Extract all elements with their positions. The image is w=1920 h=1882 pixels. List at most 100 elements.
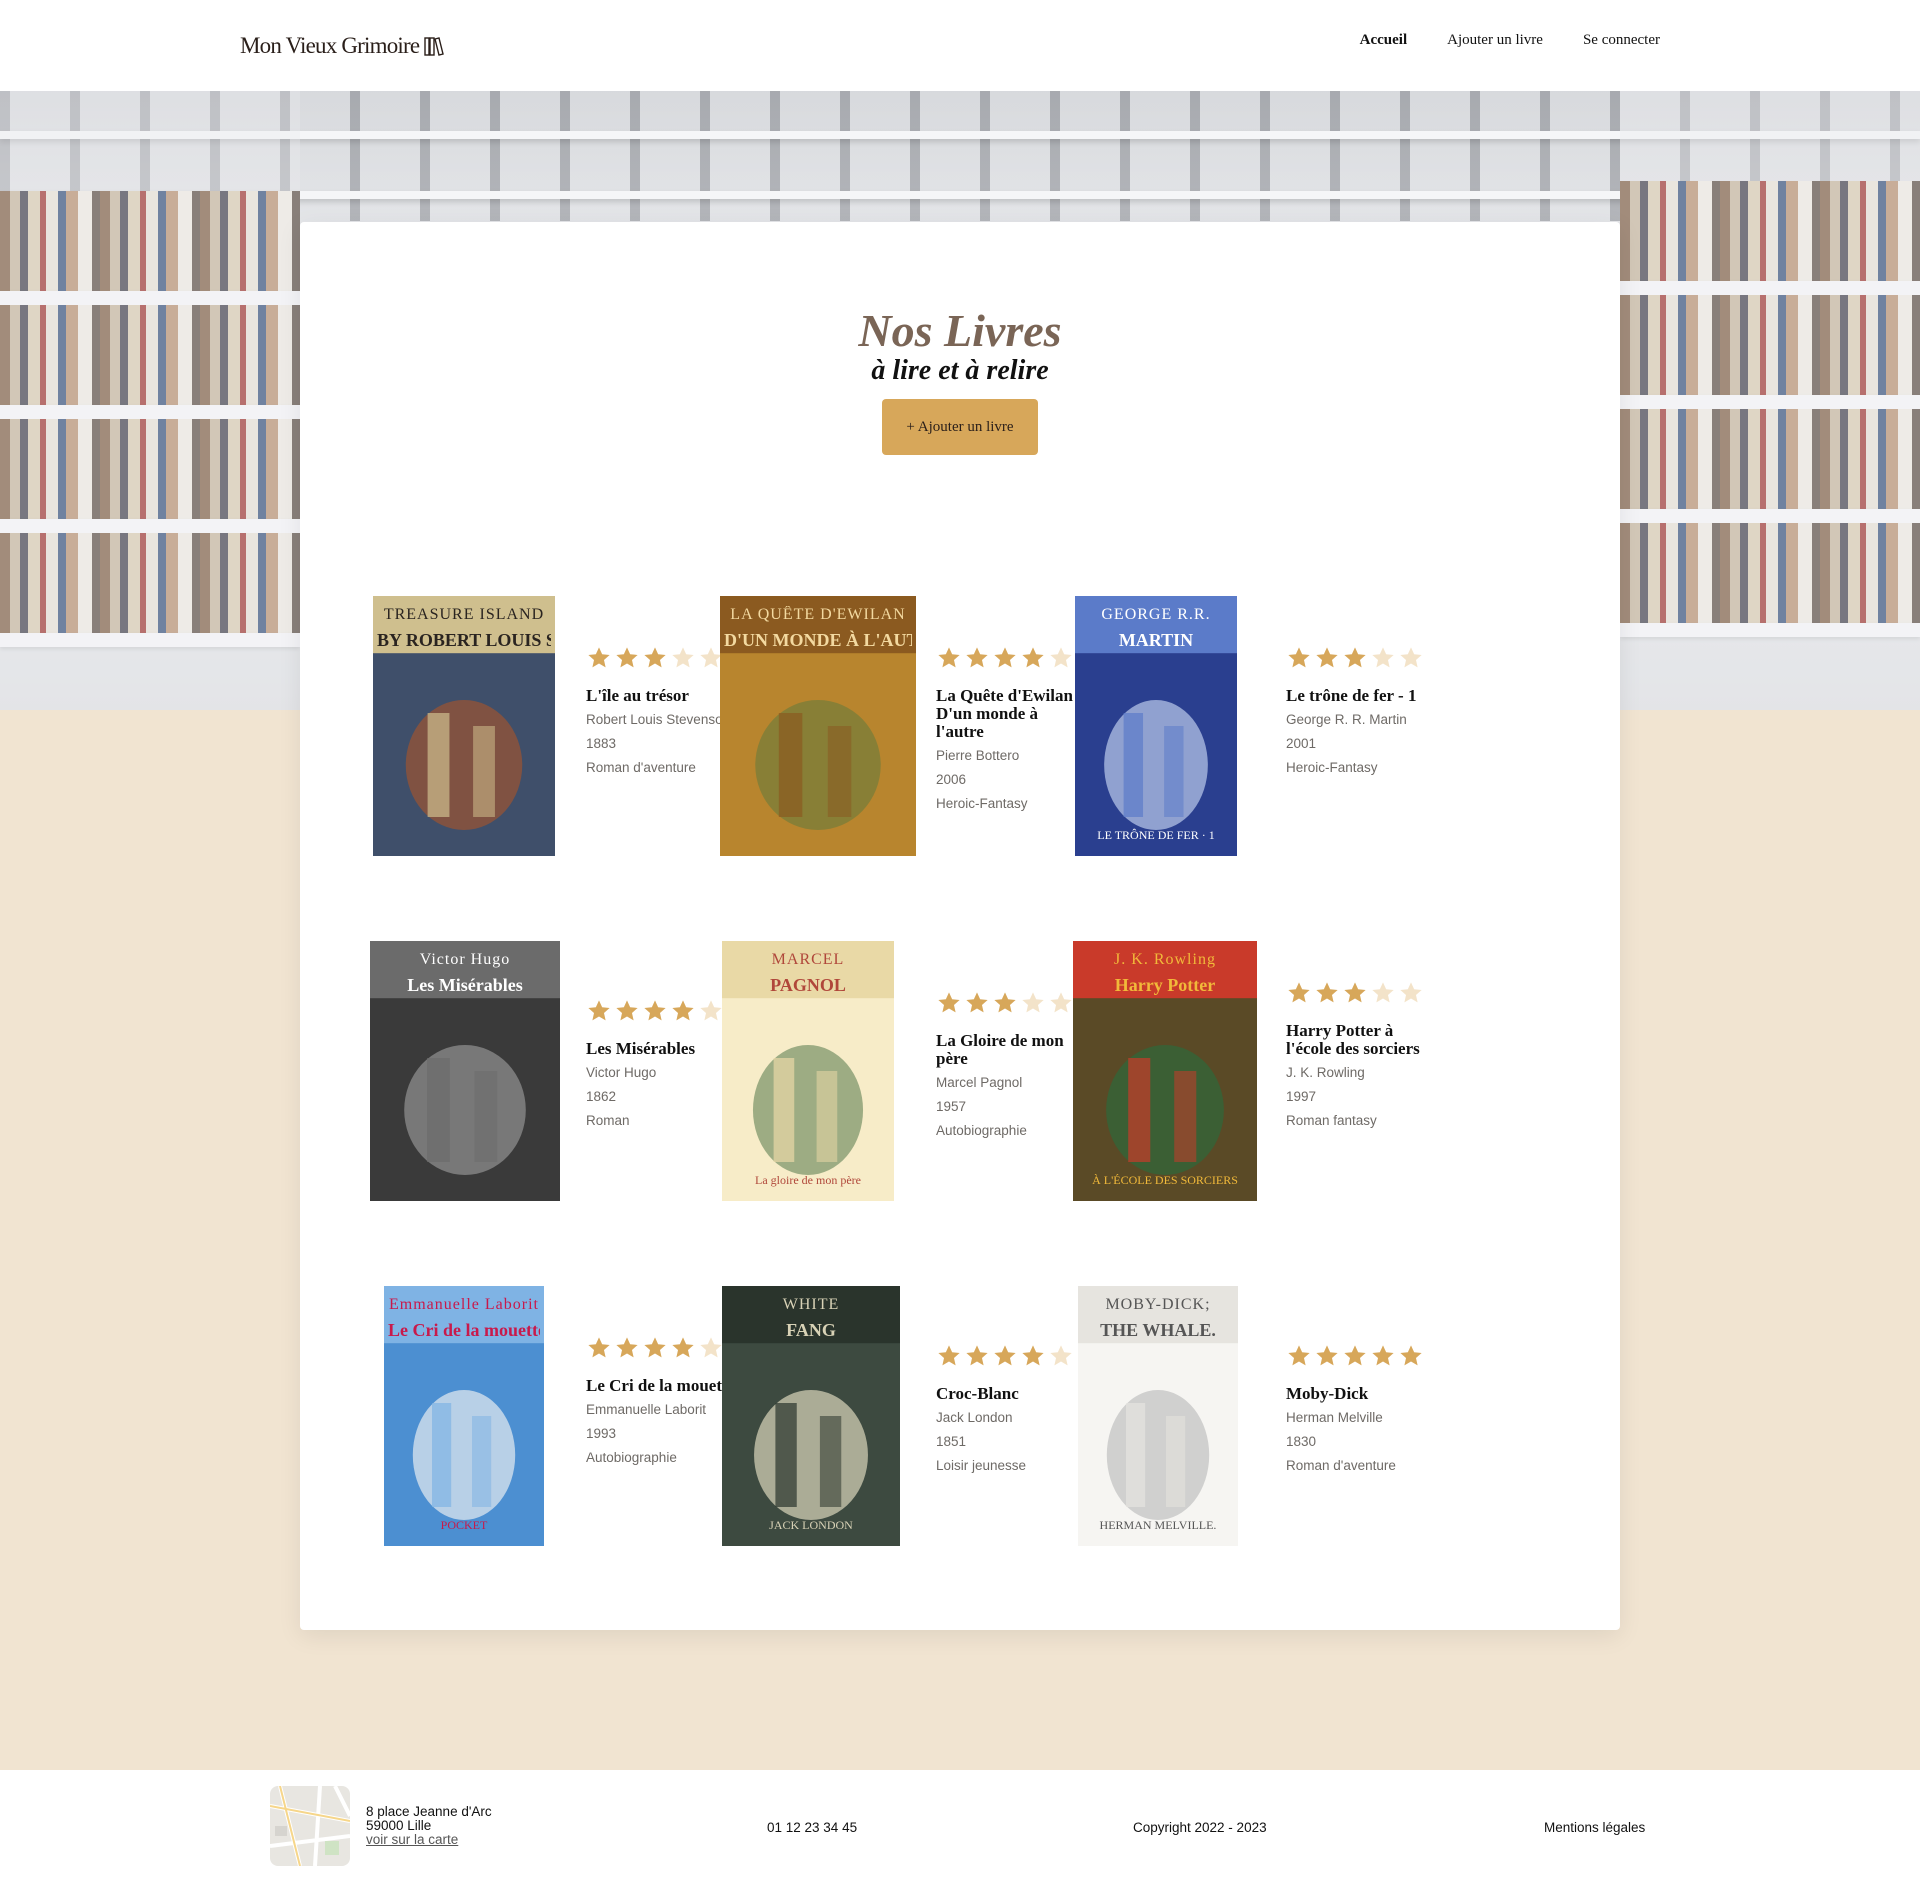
star-filled-icon xyxy=(670,998,696,1024)
book-genre: Roman fantasy xyxy=(1286,1113,1377,1128)
book-title: Croc-Blanc xyxy=(936,1384,1019,1403)
star-filled-icon xyxy=(1370,1343,1396,1369)
star-filled-icon xyxy=(936,990,962,1016)
book-author: Herman Melville xyxy=(1286,1410,1383,1425)
cover-text: À L'ÉCOLE DES SORCIERS xyxy=(1092,1173,1238,1187)
book-year: 1993 xyxy=(586,1426,617,1441)
book-cover[interactable]: MOBY-DICK; THE WHALE. HERMAN MELVILLE. xyxy=(1078,1286,1238,1546)
cover-text: WHITE xyxy=(782,1296,840,1313)
add-book-button[interactable]: + Ajouter un livre xyxy=(882,399,1038,455)
cover-text: BY ROBERT LOUIS STEVENSON xyxy=(377,630,551,650)
book-info: La Quête d'Ewilan - D'un monde à l'autre… xyxy=(936,645,1086,811)
book-genre: Loisir jeunesse xyxy=(936,1458,1027,1473)
star-filled-icon xyxy=(586,645,612,671)
star-filled-icon xyxy=(1286,1343,1312,1369)
star-filled-icon xyxy=(1020,1343,1046,1369)
book-card[interactable]: MOBY-DICK; THE WHALE. HERMAN MELVILLE. Moby… xyxy=(1070,1286,1490,1546)
address-line-1: 8 place Jeanne d'Arc xyxy=(366,1804,492,1819)
book-author: Marcel Pagnol xyxy=(936,1075,1023,1090)
book-title: Le Cri de la mouette xyxy=(586,1376,736,1395)
star-filled-icon xyxy=(964,1343,990,1369)
book-genre: Heroic-Fantasy xyxy=(936,796,1028,811)
book-cover[interactable]: Victor Hugo Les Misérables xyxy=(370,941,560,1201)
page-subtitle: à lire et à relire xyxy=(871,355,1049,386)
book-year: 1862 xyxy=(586,1089,617,1104)
star-filled-icon xyxy=(614,1335,640,1361)
site-footer: 8 place Jeanne d'Arc 59000 Lille voir su… xyxy=(0,1770,1920,1882)
book-cover[interactable]: WHITE FANG JACK LONDON xyxy=(722,1286,900,1546)
cover-text: D'UN MONDE À L'AUTRE xyxy=(724,630,912,650)
rating-stars xyxy=(1286,1343,1436,1369)
books-card: Nos Livres à lire et à relire + Ajouter … xyxy=(300,222,1620,1630)
book-title: Harry Potter à l'école des sorciers xyxy=(1286,1021,1420,1058)
nav-ajouter-livre[interactable]: Ajouter un livre xyxy=(1447,32,1543,49)
book-info: Moby-Dick Herman Melville 1830 Roman d'aven… xyxy=(1286,1343,1436,1473)
book-year: 1851 xyxy=(936,1434,967,1449)
star-filled-icon xyxy=(964,990,990,1016)
star-filled-icon xyxy=(1314,645,1340,671)
book-info: L'île au trésor Robert Louis Stevenson 188… xyxy=(586,645,736,775)
book-cover[interactable]: J. K. Rowling Harry Potter À L'ÉCOLE DES S… xyxy=(1073,941,1257,1201)
book-author: Victor Hugo xyxy=(586,1065,657,1080)
book-cover[interactable]: Emmanuelle Laborit Le Cri de la mouette PO… xyxy=(384,1286,544,1546)
star-filled-icon xyxy=(614,998,640,1024)
star-empty-icon xyxy=(1398,980,1424,1006)
nav-se-connecter[interactable]: Se connecter xyxy=(1583,32,1660,49)
page-title: Nos Livres xyxy=(858,305,1062,356)
star-filled-icon xyxy=(936,1343,962,1369)
cover-text: JACK LONDON xyxy=(769,1518,853,1532)
footer-copyright: Copyright 2022 - 2023 xyxy=(1133,1820,1267,1835)
book-cover[interactable]: TREASURE ISLAND BY ROBERT LOUIS STEVENSON xyxy=(373,596,555,856)
rating-stars xyxy=(1286,645,1436,671)
book-cover[interactable]: LA QUÊTE D'EWILAN D'UN MONDE À L'AUTRE xyxy=(720,596,916,856)
book-cover[interactable]: MARCEL PAGNOL La gloire de mon père xyxy=(722,941,894,1201)
bookshelf-left xyxy=(0,91,300,710)
book-card[interactable]: GEORGE R.R. MARTIN LE TRÔNE DE FER · 1 Le t… xyxy=(1070,596,1490,856)
rating-stars xyxy=(936,1343,1086,1369)
book-year: 1957 xyxy=(936,1099,967,1114)
cover-text: Victor Hugo xyxy=(419,951,511,968)
book-cover[interactable]: GEORGE R.R. MARTIN LE TRÔNE DE FER · 1 xyxy=(1075,596,1237,856)
star-filled-icon xyxy=(586,1335,612,1361)
address-line-2: 59000 Lille xyxy=(366,1818,432,1833)
book-author: Robert Louis Stevenson xyxy=(586,712,731,727)
book-title: La Gloire de mon père xyxy=(936,1031,1064,1068)
book-year: 1883 xyxy=(586,736,617,751)
book-year: 1830 xyxy=(1286,1434,1317,1449)
map-link[interactable]: voir sur la carte xyxy=(366,1832,458,1847)
book-info: Harry Potter à l'école des sorciers J. K.… xyxy=(1286,980,1436,1128)
star-empty-icon xyxy=(670,645,696,671)
rating-stars xyxy=(586,645,736,671)
star-filled-icon xyxy=(992,645,1018,671)
logo[interactable]: Mon Vieux Grimoire xyxy=(240,33,445,59)
book-author: Emmanuelle Laborit xyxy=(586,1402,707,1417)
star-filled-icon xyxy=(1314,980,1340,1006)
star-filled-icon xyxy=(1314,1343,1340,1369)
cover-text: Emmanuelle Laborit xyxy=(389,1296,539,1313)
legal-link[interactable]: Mentions légales xyxy=(1544,1820,1645,1835)
book-card[interactable]: J. K. Rowling Harry Potter À L'ÉCOLE DES S… xyxy=(1070,941,1490,1201)
book-year: 1997 xyxy=(1286,1089,1317,1104)
map-thumbnail[interactable] xyxy=(270,1786,350,1866)
cover-text: MARCEL xyxy=(771,951,845,968)
cover-text: HERMAN MELVILLE. xyxy=(1099,1518,1217,1532)
cover-text: POCKET xyxy=(440,1518,488,1532)
rating-stars xyxy=(586,998,736,1024)
star-filled-icon xyxy=(992,990,1018,1016)
book-title: L'île au trésor xyxy=(586,686,689,705)
star-filled-icon xyxy=(1286,645,1312,671)
cover-text: FANG xyxy=(786,1320,836,1340)
book-genre: Roman d'aventure xyxy=(1286,1458,1396,1473)
cover-text: Le Cri de la mouette xyxy=(388,1320,540,1340)
star-filled-icon xyxy=(1020,645,1046,671)
rating-stars xyxy=(936,990,1086,1016)
rating-stars xyxy=(586,1335,736,1361)
book-info: Les Misérables Victor Hugo 1862 Roman xyxy=(586,998,736,1128)
book-info: La Gloire de mon père Marcel Pagnol 1957 Au… xyxy=(936,990,1086,1138)
star-filled-icon xyxy=(1342,645,1368,671)
book-title: Moby-Dick xyxy=(1286,1384,1369,1403)
cover-text: THE WHALE. xyxy=(1100,1320,1216,1340)
nav-accueil[interactable]: Accueil xyxy=(1360,32,1407,49)
book-info: Croc-Blanc Jack London 1851 Loisir jeunesse xyxy=(936,1343,1086,1473)
cover-text: J. K. Rowling xyxy=(1114,951,1216,968)
